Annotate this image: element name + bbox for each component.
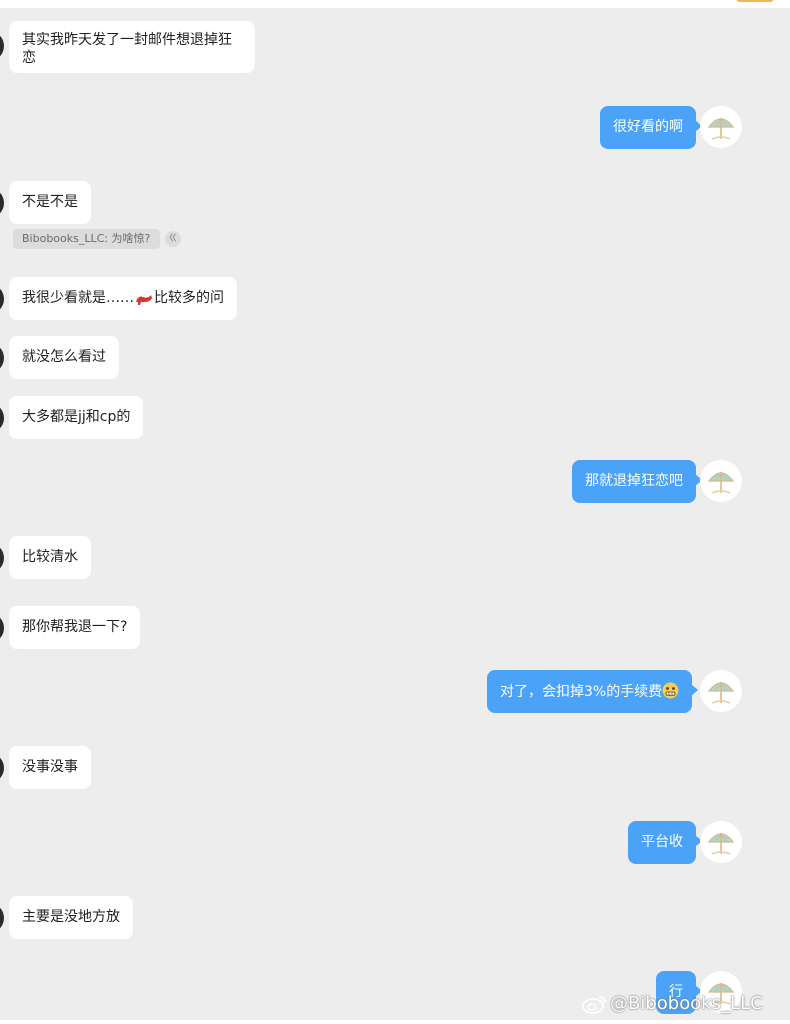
notification-badge: [736, 0, 774, 2]
message-text: 平台收: [641, 834, 683, 850]
beach-umbrella-icon: [707, 682, 735, 704]
contact-avatar[interactable]: [0, 903, 4, 933]
contact-avatar[interactable]: [0, 31, 4, 61]
message-text: 比较清水: [22, 549, 78, 565]
quoted-reply[interactable]: Bibobooks_LLC: 为啥惊?: [13, 229, 161, 249]
message-bubble-outgoing[interactable]: 很好看的啊: [600, 106, 702, 149]
message-bubble-incoming[interactable]: 比较清水: [9, 536, 91, 579]
message-bubble-incoming[interactable]: 那你帮我退一下?: [9, 606, 141, 649]
my-avatar[interactable]: [700, 106, 742, 148]
message-bubble-incoming[interactable]: 没事没事: [9, 746, 91, 789]
message-bubble-incoming[interactable]: 就没怎么看过: [9, 336, 119, 379]
message-text: 就没怎么看过: [22, 349, 106, 365]
my-avatar[interactable]: [700, 460, 742, 502]
message-bubble-outgoing[interactable]: 那就退掉狂恋吧: [572, 460, 702, 503]
message-text: 那你帮我退一下?: [22, 619, 128, 635]
beach-umbrella-icon: [707, 118, 735, 140]
message-bubble-incoming[interactable]: 主要是没地方放: [9, 896, 133, 939]
message-text: 大多都是jj和cp的: [22, 409, 131, 425]
quote-close-label: ㄍ: [168, 234, 178, 244]
message-text: 我很少看就是……: [22, 290, 134, 306]
top-status-strip: [0, 0, 790, 8]
message-text: 那就退掉狂恋吧: [585, 473, 683, 489]
beach-umbrella-icon: [707, 833, 735, 855]
quote-close-button[interactable]: ㄍ: [165, 231, 181, 247]
message-text: 对了，会扣掉3%的手续费: [500, 684, 663, 700]
message-bubble-incoming[interactable]: 不是不是: [9, 181, 91, 224]
message-text: 其实我昨天发了一封邮件想退掉狂恋: [22, 32, 232, 66]
contact-avatar[interactable]: [0, 543, 4, 573]
contact-avatar[interactable]: [0, 613, 4, 643]
message-text: 比较多的问: [154, 290, 224, 306]
contact-avatar[interactable]: [0, 403, 4, 433]
message-bubble-outgoing[interactable]: 对了，会扣掉3%的手续费: [487, 670, 699, 713]
my-avatar[interactable]: [700, 670, 742, 712]
watermark-text: @Bibobooks_LLC: [610, 993, 763, 1014]
message-bubble-outgoing[interactable]: 平台收: [628, 821, 702, 864]
my-avatar[interactable]: [700, 821, 742, 863]
contact-avatar[interactable]: [0, 343, 4, 373]
contact-avatar[interactable]: [0, 188, 4, 218]
contact-avatar[interactable]: [0, 753, 4, 783]
bottom-bar: [0, 1020, 790, 1024]
contact-avatar[interactable]: [0, 284, 4, 314]
quoted-reply-text: Bibobooks_LLC: 为啥惊?: [22, 232, 151, 245]
weibo-logo-icon: [582, 996, 606, 1014]
message-bubble-incoming[interactable]: 我很少看就是…… 比较多的问: [9, 277, 237, 320]
grimace-emoji-icon: [662, 682, 679, 699]
message-bubble-incoming[interactable]: 大多都是jj和cp的: [9, 396, 144, 439]
message-text: 很好看的啊: [613, 119, 683, 135]
high-heel-shoe-icon: [136, 295, 152, 305]
message-bubble-incoming[interactable]: 其实我昨天发了一封邮件想退掉狂恋: [9, 21, 255, 73]
message-text: 不是不是: [22, 194, 78, 210]
message-text: 主要是没地方放: [22, 909, 120, 925]
message-text: 没事没事: [22, 759, 78, 775]
beach-umbrella-icon: [707, 472, 735, 494]
